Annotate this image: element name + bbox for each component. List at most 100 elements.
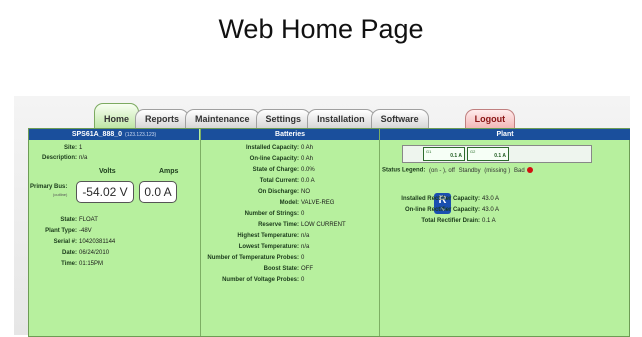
rectifier-row: On-line Rectifier Capacity: 43.0 A [380,206,499,214]
legend-item-missing: (missing ) [484,167,511,174]
battery-row-value: OFF [301,266,313,272]
batteries-panel: Batteries Installed Capacity: 0 Ah On-lin… [200,129,379,336]
plant-panel-header[interactable]: Plant [380,129,630,140]
time-row: Time: 01:15PM [29,260,103,268]
status-panels: SPS61A_888_0 (123.123.123) Site: 1 Descrip… [28,128,630,337]
system-name: SPS61A_888_0 [71,131,123,138]
slot-id: G2 [470,149,476,154]
bus-voltage-display: -54.02 V [76,181,134,203]
battery-row-label: Reserve Time: [258,222,299,228]
serial-label: Serial #: [53,239,77,245]
serial-value: 10420381144 [79,239,116,245]
rectifier-row-label: On-line Rectifier Capacity: [404,207,480,213]
battery-row: Number of Voltage Probes: 0 [201,276,379,284]
battery-row-label: On Discharge: [257,189,299,195]
battery-row: Model: VALVE-REG [201,199,379,207]
site-row: Site: 1 [29,144,82,152]
system-panel: SPS61A_888_0 (123.123.123) Site: 1 Descrip… [29,129,199,336]
legend-item-bad: Bad [513,167,525,174]
state-label: State: [60,217,77,223]
battery-row-label: Total Current: [259,178,299,184]
tab-home[interactable]: Home [94,103,140,128]
battery-row-label: Boost State: [263,266,299,272]
battery-row-value: n/a [301,244,310,250]
slot-id: G1 [426,149,432,154]
rectifier-row-label: Total Rectifier Drain: [421,218,480,224]
rectifier-slot-g1[interactable]: G1 0.1 A [423,147,465,161]
volts-header: Volts [99,168,116,175]
description-row: Description: n/a [29,154,87,162]
status-legend: Status Legend: (on - ), off Standby (mis… [382,167,534,174]
plant-type-label: Plant Type: [45,228,77,234]
battery-row: On-line Capacity: 0 Ah [201,155,379,163]
battery-row-value: 0 Ah [301,145,314,151]
system-address: (123.123.123) [125,132,157,138]
battery-row-label: Model: [279,200,299,206]
tab-maintenance[interactable]: Maintenance [185,109,260,128]
slot-current: 0.1 A [494,153,506,159]
tab-reports[interactable]: Reports [135,109,190,128]
status-legend-label: Status Legend: [382,167,426,174]
rectifier-row-label: Installed Rectifier Capacity: [401,196,480,202]
time-value: 01:15PM [79,261,104,267]
battery-row-value: n/a [301,233,310,239]
battery-row: Installed Capacity: 0 Ah [201,144,379,152]
battery-row: Total Current: 0.0 A [201,177,379,185]
time-label: Time: [61,261,77,267]
date-row: Date: 06/24/2010 [29,249,109,257]
state-value: FLOAT [79,217,98,223]
primary-bus-label: Primary Bus: (outline) [30,184,67,198]
battery-row-value: 0.0 A [301,178,315,184]
battery-row-label: Number of Voltage Probes: [222,277,299,283]
slide-title: Web Home Page [218,14,424,44]
legend-item-on-off: (on - ), off [429,167,455,174]
battery-row-label: Number of Temperature Probes: [207,255,299,261]
rectifier-shelf: G1 0.1 A G2 0.1 A [402,145,592,163]
battery-row-value: VALVE-REG [301,200,335,206]
state-row: State: FLOAT [29,216,98,224]
slot-current: 0.1 A [450,153,462,159]
web-ui-frame: Home Reports Maintenance Settings Instal… [14,96,630,337]
battery-row-value: NO [301,189,310,195]
plant-type-row: Plant Type: -48V [29,227,92,235]
battery-row-label: State of Charge: [252,167,299,173]
tab-installation[interactable]: Installation [307,109,375,128]
battery-row: State of Charge: 0.0% [201,166,379,174]
rectifier-row-value: 0.1 A [482,218,496,224]
description-value: n/a [79,155,88,161]
logout-button[interactable]: Logout [464,109,516,128]
tab-settings[interactable]: Settings [255,109,312,128]
rectifier-row-value: 43.0 A [482,196,500,202]
plant-type-value: -48V [79,228,92,234]
date-value: 06/24/2010 [79,250,110,256]
battery-row-value: 0.0% [301,167,315,173]
battery-row-label: Number of Strings: [244,211,299,217]
bus-current-display: 0.0 A [139,181,177,203]
rectifier-row-value: 43.0 A [482,207,500,213]
battery-row-value: LOW CURRENT [301,222,346,228]
tab-bar: Home Reports Maintenance Settings Instal… [94,98,516,128]
amps-header: Amps [159,168,179,175]
bad-status-icon [527,167,534,173]
battery-row: Number of Strings: 0 [201,210,379,218]
battery-row: On Discharge: NO [201,188,379,196]
primary-bus-sub: (outline) [52,192,68,197]
battery-row: Reserve Time: LOW CURRENT [201,221,379,229]
rectifier-slot-g2[interactable]: G2 0.1 A [467,147,509,161]
system-panel-header[interactable]: SPS61A_888_0 (123.123.123) [29,129,199,140]
batteries-panel-header[interactable]: Batteries [201,129,379,140]
site-label: Site: [63,145,77,151]
description-label: Description: [41,155,77,161]
serial-row: Serial #: 10420381144 [29,238,116,246]
primary-bus-text: Primary Bus: [30,184,68,190]
tab-software[interactable]: Software [370,109,429,128]
battery-row-value: 0 [301,277,305,283]
battery-row-label: Highest Temperature: [237,233,299,239]
battery-row-label: Installed Capacity: [245,145,299,151]
battery-row: Highest Temperature: n/a [201,232,379,240]
battery-row-value: 0 Ah [301,156,314,162]
rectifier-row: Total Rectifier Drain: 0.1 A [380,217,496,225]
battery-row-value: 0 [301,211,305,217]
battery-row-label: Lowest Temperature: [238,244,299,250]
battery-row: Boost State: OFF [201,265,379,273]
